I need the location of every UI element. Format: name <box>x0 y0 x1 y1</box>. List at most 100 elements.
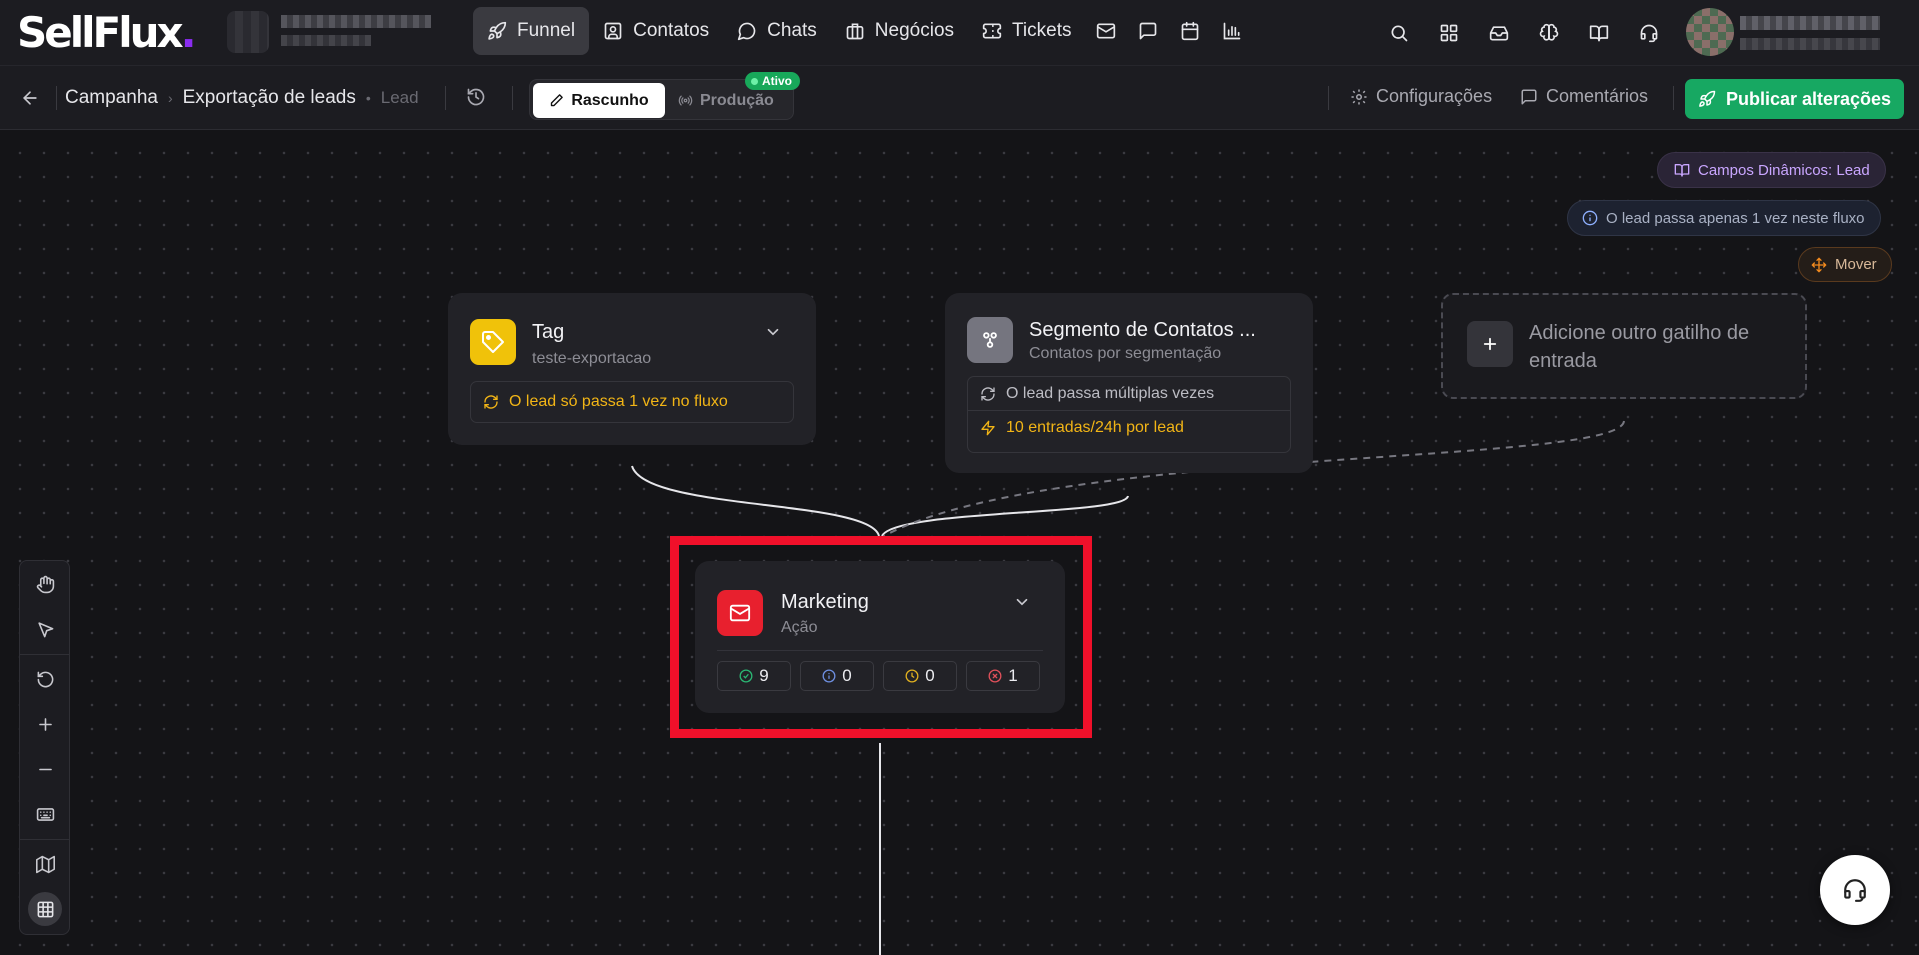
select-tool[interactable] <box>28 612 62 646</box>
breadcrumb-flow-name[interactable]: Exportação de leads <box>183 87 356 109</box>
active-status-badge: Ativo <box>745 72 800 90</box>
zoom-in-tool[interactable] <box>28 707 62 741</box>
history-icon <box>466 87 486 107</box>
inbox-button[interactable] <box>1474 23 1524 43</box>
nav-deals-label: Negócios <box>874 20 955 41</box>
plus-icon <box>36 715 55 734</box>
nav-calendar[interactable] <box>1169 7 1211 55</box>
tag-node-expand[interactable] <box>764 323 782 341</box>
search-icon <box>1389 23 1409 43</box>
segment-node-title: Segmento de Contatos ... <box>1029 319 1256 341</box>
nav-chats[interactable]: Chats <box>723 7 831 55</box>
workspace-selector[interactable] <box>225 9 445 55</box>
nav-tickets-label: Tickets <box>1012 20 1072 41</box>
breadcrumb-campaign[interactable]: Campanha <box>65 87 158 109</box>
flow-entry-info: O lead passa apenas 1 vez neste fluxo <box>1567 200 1881 236</box>
minimap-tool[interactable] <box>28 847 62 881</box>
ticket-icon <box>982 21 1002 41</box>
apps-grid-icon <box>1439 23 1459 43</box>
reset-view-tool[interactable] <box>28 662 62 696</box>
nav-funnel[interactable]: Funnel <box>473 7 590 55</box>
zoom-out-tool[interactable] <box>28 752 62 786</box>
calendar-icon <box>1180 21 1200 41</box>
hand-icon <box>36 575 55 594</box>
dynamic-fields-button[interactable]: Campos Dinâmicos: Lead <box>1657 152 1886 188</box>
add-trigger-text: Adicione outro gatilho de entrada <box>1529 322 1750 372</box>
apps-button[interactable] <box>1424 23 1474 43</box>
grid-tool[interactable] <box>28 892 62 926</box>
user-email-redacted <box>1740 38 1880 50</box>
rocket-icon <box>487 21 507 41</box>
back-button[interactable] <box>20 88 40 108</box>
lightning-icon <box>980 420 996 436</box>
history-button[interactable] <box>466 87 486 107</box>
nav-email[interactable] <box>1085 7 1127 55</box>
hand-tool[interactable] <box>28 567 62 601</box>
rocket-icon <box>1698 90 1716 108</box>
add-trigger-placeholder[interactable]: Adicione outro gatilho de entrada <box>1441 293 1807 399</box>
bar-chart-icon <box>1222 21 1242 41</box>
segment-rule1-text: O lead passa múltiplas vezes <box>1006 384 1215 402</box>
support-chat-button[interactable] <box>1820 855 1890 925</box>
breadcrumb: Campanha › Exportação de leads • Lead <box>65 86 419 110</box>
message-square-icon <box>1138 21 1158 41</box>
topbar-utilities <box>1374 0 1674 66</box>
segment-node-rules: O lead passa múltiplas vezes 10 entradas… <box>967 376 1291 453</box>
headset-icon <box>1639 23 1659 43</box>
trigger-node-segment[interactable]: Segmento de Contatos ... Contatos por se… <box>945 293 1313 473</box>
brain-icon <box>1539 23 1559 43</box>
broadcast-icon <box>678 93 693 108</box>
support-topbar-button[interactable] <box>1624 23 1674 43</box>
refresh-icon <box>980 386 996 402</box>
arrow-left-icon <box>20 88 40 108</box>
tag-node-rule-text: O lead só passa 1 vez no fluxo <box>509 393 728 410</box>
publish-label: Publicar alterações <box>1725 88 1892 109</box>
nav-contacts[interactable]: Contatos <box>589 7 723 55</box>
dynamic-fields-label: Campos Dinâmicos: Lead <box>1698 161 1870 179</box>
inbox-icon <box>1489 23 1509 43</box>
trigger-node-tag[interactable]: Tag teste-exportacao O lead só passa 1 v… <box>448 293 816 445</box>
segment-icon <box>967 317 1013 363</box>
briefcase-icon <box>845 21 865 41</box>
docs-button[interactable] <box>1574 23 1624 43</box>
move-button[interactable]: Mover <box>1798 247 1892 282</box>
flow-toolbar: Campanha › Exportação de leads • Lead Ra… <box>0 66 1919 130</box>
chat-bubble-icon <box>737 21 757 41</box>
keyboard-icon <box>36 805 55 824</box>
user-menu[interactable] <box>1686 6 1886 58</box>
nav-deals[interactable]: Negócios <box>831 7 968 55</box>
top-navbar: SellFlux. Funnel Contatos Chats Negócios… <box>0 0 1919 66</box>
chevron-down-icon <box>764 323 782 341</box>
gear-icon <box>1350 88 1368 106</box>
comment-icon <box>1520 88 1538 106</box>
nav-tickets[interactable]: Tickets <box>968 7 1085 55</box>
workspace-name-redacted <box>281 15 431 28</box>
minus-icon <box>36 760 55 779</box>
ai-button[interactable] <box>1524 23 1574 43</box>
highlight-box <box>670 536 1092 738</box>
draft-mode-button[interactable]: Rascunho <box>533 83 665 118</box>
nav-messages[interactable] <box>1127 7 1169 55</box>
search-button[interactable] <box>1374 23 1424 43</box>
divider <box>56 86 57 110</box>
nav-chats-label: Chats <box>767 20 817 41</box>
nav-funnel-label: Funnel <box>517 20 576 41</box>
dot-separator: • <box>365 90 371 106</box>
segment-rule-row: 10 entradas/24h por lead <box>968 411 1290 445</box>
tag-node-title: Tag <box>532 321 565 343</box>
settings-label: Configurações <box>1376 86 1493 106</box>
pencil-icon <box>549 93 564 108</box>
sellflux-logo[interactable]: SellFlux. <box>17 8 197 57</box>
publish-button[interactable]: Publicar alterações <box>1685 79 1904 119</box>
keyboard-shortcuts-tool[interactable] <box>28 797 62 831</box>
status-dot <box>751 77 758 85</box>
divider <box>20 839 69 840</box>
move-arrows-icon <box>1811 256 1827 273</box>
contact-card-icon <box>603 21 623 41</box>
settings-button[interactable]: Configurações <box>1350 86 1492 107</box>
nav-reports[interactable] <box>1211 7 1253 55</box>
user-avatar <box>1686 8 1734 56</box>
headset-icon <box>1842 877 1868 903</box>
user-name-redacted <box>1740 16 1880 30</box>
comments-button[interactable]: Comentários <box>1520 86 1648 107</box>
